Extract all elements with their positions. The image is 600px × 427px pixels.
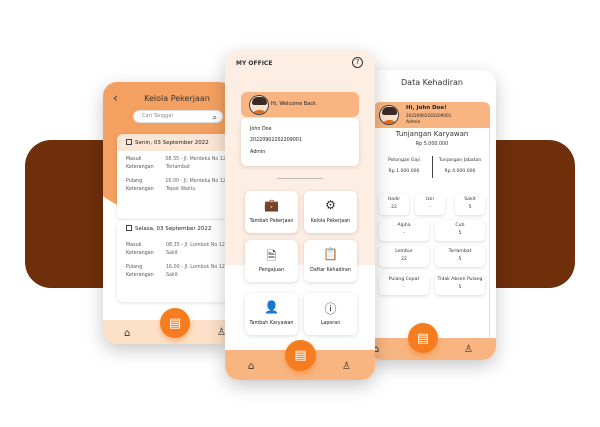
profile-id: 20220902202209001 — [250, 138, 302, 143]
attendance-summary: Tunjangan Karyawan Rp 5.000.000 Potongan… — [374, 128, 490, 344]
welcome-banner: Hi, Welcome Back — [241, 92, 359, 117]
briefcase-settings-icon: ⚙ — [325, 198, 336, 212]
briefcase-icon: 💼 — [264, 198, 279, 212]
attendance-day-card[interactable]: Senin, 03 September 2022 Masuk 08.35 - Jl… — [117, 134, 229, 219]
home-icon[interactable]: ⌂ — [124, 328, 130, 339]
menu-kelola-pekerjaan[interactable]: ⚙ Kelola Pekerjaan — [304, 191, 357, 233]
menu-laporan[interactable]: ⓘ Laporan — [304, 293, 357, 335]
calendar-icon — [126, 225, 132, 231]
day-header: Senin, 03 September 2022 — [117, 134, 229, 151]
stat-tidak-absen-pulang: Tidak Absen Pulang 5 — [435, 274, 485, 295]
clipboard-icon[interactable]: ▤ — [160, 308, 190, 338]
home-icon[interactable]: ⌂ — [248, 361, 254, 372]
menu-tambah-pekerjaan[interactable]: 💼 Tambah Pekerjaan — [245, 191, 298, 233]
welcome-text: Hi, Welcome Back — [271, 101, 316, 107]
section-divider — [277, 178, 323, 179]
clipboard-icon[interactable]: ▤ — [408, 323, 438, 353]
jabatan-label: Tunjangan Jabatan — [438, 158, 482, 163]
stat-izin: Izin - — [415, 194, 445, 215]
app-title: MY OFFICE — [236, 60, 273, 67]
potongan-value: Rp 1.000.000 — [388, 169, 420, 174]
potongan-label: Potongan Gaji — [388, 158, 420, 163]
stat-sakit: Sakit 5 — [455, 194, 485, 215]
user-icon[interactable]: ♙ — [464, 344, 473, 355]
avatar — [379, 105, 399, 125]
kelola-pekerjaan-screen: ‹ Kelola Pekerjaan Cari Tanggal ⌕ Senin,… — [103, 82, 233, 344]
menu-tambah-karyawan[interactable]: 👤 Tambah Karyawan — [245, 293, 298, 335]
detail-row: Masuk 08.35 - Jl. Merdeka No 123 — [126, 157, 229, 162]
add-user-icon: 👤 — [264, 300, 279, 314]
home-screen: MY OFFICE ? Hi, Welcome Back John Doe 20… — [225, 50, 375, 380]
search-date-input[interactable]: Cari Tanggal ⌕ — [133, 110, 223, 123]
avatar — [249, 95, 269, 115]
attendance-day-card[interactable]: Selasa, 03 September 2022 Masuk 08.35 - J… — [117, 220, 229, 302]
profile-card: John Doe 20220902202209001 Admin — [241, 118, 359, 166]
document-icon: 🗎 — [266, 249, 277, 263]
page-title: Kelola Pekerjaan — [144, 94, 210, 103]
search-placeholder: Cari Tanggal — [142, 113, 173, 119]
page-title: Data Kehadiran — [401, 78, 463, 87]
greeting: Hi, John Doe! — [406, 105, 447, 111]
user-icon[interactable]: ♙ — [342, 361, 351, 372]
stat-cuti: Cuti 5 — [435, 220, 485, 241]
tunjangan-label: Tunjangan Karyawan — [395, 130, 469, 138]
role: Admin — [406, 120, 421, 125]
day-date: Selasa, 03 September 2022 — [135, 226, 212, 232]
help-icon[interactable]: ? — [352, 57, 363, 68]
profile-name: John Doe — [250, 127, 272, 132]
alert-circle-icon: ⓘ — [324, 302, 337, 316]
tunjangan-value: Rp 5.000.000 — [415, 142, 449, 147]
profile-header: Hi, John Doe! 20220902202209001 Admin — [374, 102, 490, 128]
search-icon[interactable]: ⌕ — [213, 112, 217, 123]
jabatan-value: Rp 4.000.000 — [444, 169, 476, 174]
detail-row: Masuk 08.35 - Jl. Lombok No 123 — [126, 243, 228, 248]
clipboard-icon[interactable]: ▤ — [285, 340, 316, 371]
data-kehadiran-screen: Data Kehadiran Hi, John Doe! 20220902202… — [368, 70, 496, 360]
profile-role: Admin — [250, 150, 266, 155]
detail-row: Keterangan Tepat Waktu — [126, 187, 196, 192]
stat-terlambat: Terlambat 5 — [435, 246, 485, 267]
detail-row: Pulang 16.00 - Jl. Merdeka No 123 — [126, 179, 229, 184]
detail-row: Keterangan Terlambat — [126, 165, 190, 170]
detail-row: Keterangan Sakit — [126, 251, 178, 256]
stat-hadir: Hadir 22 — [379, 194, 409, 215]
employee-id: 20220902202209001 — [406, 113, 452, 118]
stat-lembur: Lembur 22 — [379, 246, 429, 267]
stat-alpha: Alpha - — [379, 220, 429, 241]
calendar-icon — [126, 139, 132, 145]
day-date: Senin, 03 September 2022 — [135, 140, 209, 146]
clipboard-list-icon: 📋 — [323, 247, 338, 261]
menu-pengajuan[interactable]: 🗎 Pengajuan — [245, 240, 298, 282]
detail-row: Pulang 16.00 - Jl. Lombok No 123 — [126, 265, 228, 270]
stat-pulang-cepat: Pulang Cepat - — [379, 274, 429, 295]
menu-daftar-kehadiran[interactable]: 📋 Daftar Kehadiran — [304, 240, 357, 282]
detail-row: Keterangan Sakit — [126, 273, 178, 278]
divider — [432, 156, 433, 178]
day-header: Selasa, 03 September 2022 — [117, 220, 229, 237]
